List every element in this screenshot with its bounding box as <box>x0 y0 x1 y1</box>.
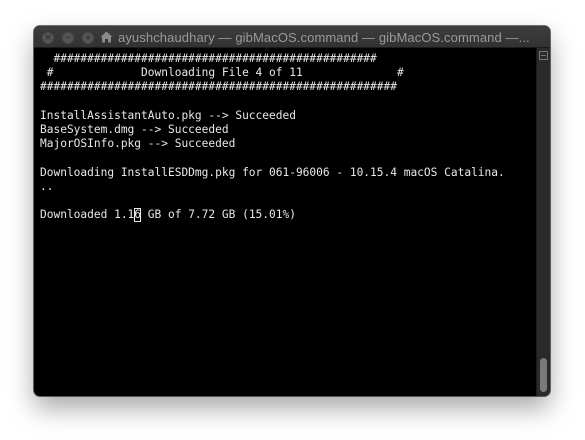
terminal-line: InstallAssistantAuto.pkg --> Succeeded <box>40 108 296 122</box>
vertical-scrollbar[interactable] <box>536 48 550 396</box>
zoom-icon: + <box>84 32 92 43</box>
minimize-button[interactable]: − <box>62 32 74 44</box>
window-title: ayushchaudhary — gibMacOS.command — gibM… <box>118 29 530 45</box>
terminal-line: MajorOSInfo.pkg --> Succeeded <box>40 137 236 151</box>
window-title-area: ayushchaudhary — gibMacOS.command — gibM… <box>100 26 546 48</box>
home-folder-icon <box>100 31 113 43</box>
close-button[interactable]: × <box>42 32 54 44</box>
close-icon: × <box>44 32 52 43</box>
terminal-window: × − + ayushchaudhary — gibMacOS.command … <box>34 26 550 396</box>
terminal-line: ########################################… <box>40 80 397 94</box>
terminal-line: BaseSystem.dmg --> Succeeded <box>40 122 229 136</box>
zoom-button[interactable]: + <box>82 32 94 44</box>
terminal-line: # Downloading File 4 of 11 # <box>40 66 404 80</box>
terminal-line: ########################################… <box>40 52 377 65</box>
terminal-output[interactable]: ########################################… <box>34 48 536 396</box>
scroll-toggle-icon[interactable] <box>539 51 548 60</box>
progress-line: Downloaded 1.16 GB of 7.72 GB (15.01%) <box>40 208 536 223</box>
scrollbar-thumb[interactable] <box>540 358 547 392</box>
minimize-icon: − <box>64 32 72 43</box>
terminal-line: .. <box>40 179 54 193</box>
progress-text-before: Downloaded 1.1 <box>40 208 135 222</box>
title-bar[interactable]: × − + ayushchaudhary — gibMacOS.command … <box>34 26 550 48</box>
terminal-line: Downloading InstallESDDmg.pkg for 061-96… <box>40 165 505 179</box>
progress-text-after: GB of 7.72 GB (15.01%) <box>141 208 296 222</box>
